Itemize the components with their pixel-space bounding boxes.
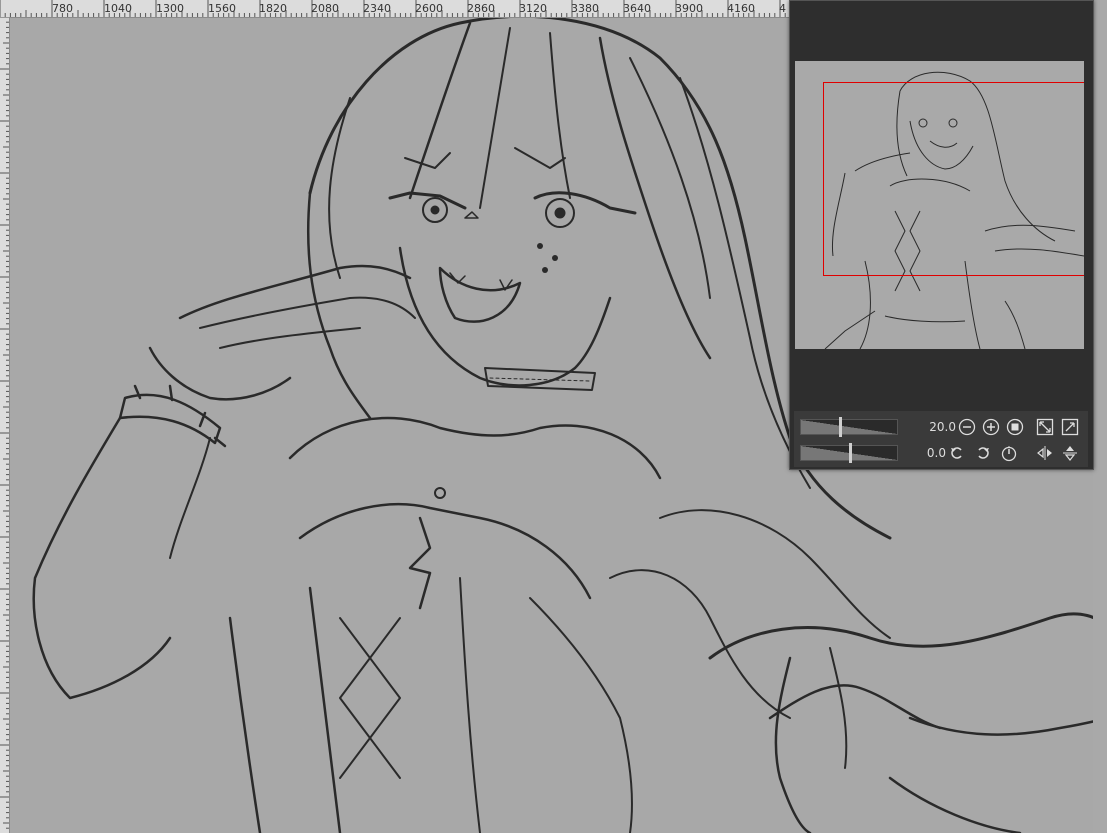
flip-horizontal-icon[interactable]: [1036, 444, 1054, 462]
ruler-label: 1560: [208, 2, 236, 15]
rotate-right-icon[interactable]: [974, 444, 992, 462]
vertical-ruler: [0, 17, 10, 833]
reset-rotation-icon[interactable]: [1000, 444, 1018, 462]
ruler-label: 2340: [363, 2, 391, 15]
zoom-out-icon[interactable]: [958, 418, 976, 436]
ruler-label: 4160: [727, 2, 755, 15]
rotation-slider[interactable]: [800, 443, 898, 463]
ruler-label: 2860: [467, 2, 495, 15]
ruler-label: 1040: [104, 2, 132, 15]
canvas-edge: [1093, 0, 1107, 833]
ruler-label: 2600: [415, 2, 443, 15]
navigator-preview[interactable]: [795, 61, 1084, 349]
ruler-label: 2080: [311, 2, 339, 15]
fit-to-window-icon[interactable]: [1061, 418, 1079, 436]
fit-to-screen-icon[interactable]: [1036, 418, 1054, 436]
navigator-panel[interactable]: 20.0 0.0: [789, 0, 1094, 470]
rotate-left-icon[interactable]: [948, 444, 966, 462]
navigator-controls: 20.0 0.0: [794, 411, 1088, 467]
ruler-label: 4: [779, 2, 786, 15]
ruler-label: 780: [52, 2, 73, 15]
zoom-slider[interactable]: [800, 417, 898, 437]
flip-vertical-icon[interactable]: [1061, 444, 1079, 462]
ruler-label: 3120: [519, 2, 547, 15]
zoom-in-icon[interactable]: [982, 418, 1000, 436]
ruler-label: 3900: [675, 2, 703, 15]
ruler-label: 3640: [623, 2, 651, 15]
rotation-value: 0.0: [926, 446, 946, 460]
ruler-label: 1300: [156, 2, 184, 15]
zoom-value: 20.0: [929, 420, 956, 434]
ruler-label: 3380: [571, 2, 599, 15]
stop-icon[interactable]: [1006, 418, 1024, 436]
viewport-rectangle[interactable]: [823, 82, 1084, 276]
ruler-ticks-vertical: [0, 17, 9, 829]
ruler-label: 1820: [259, 2, 287, 15]
